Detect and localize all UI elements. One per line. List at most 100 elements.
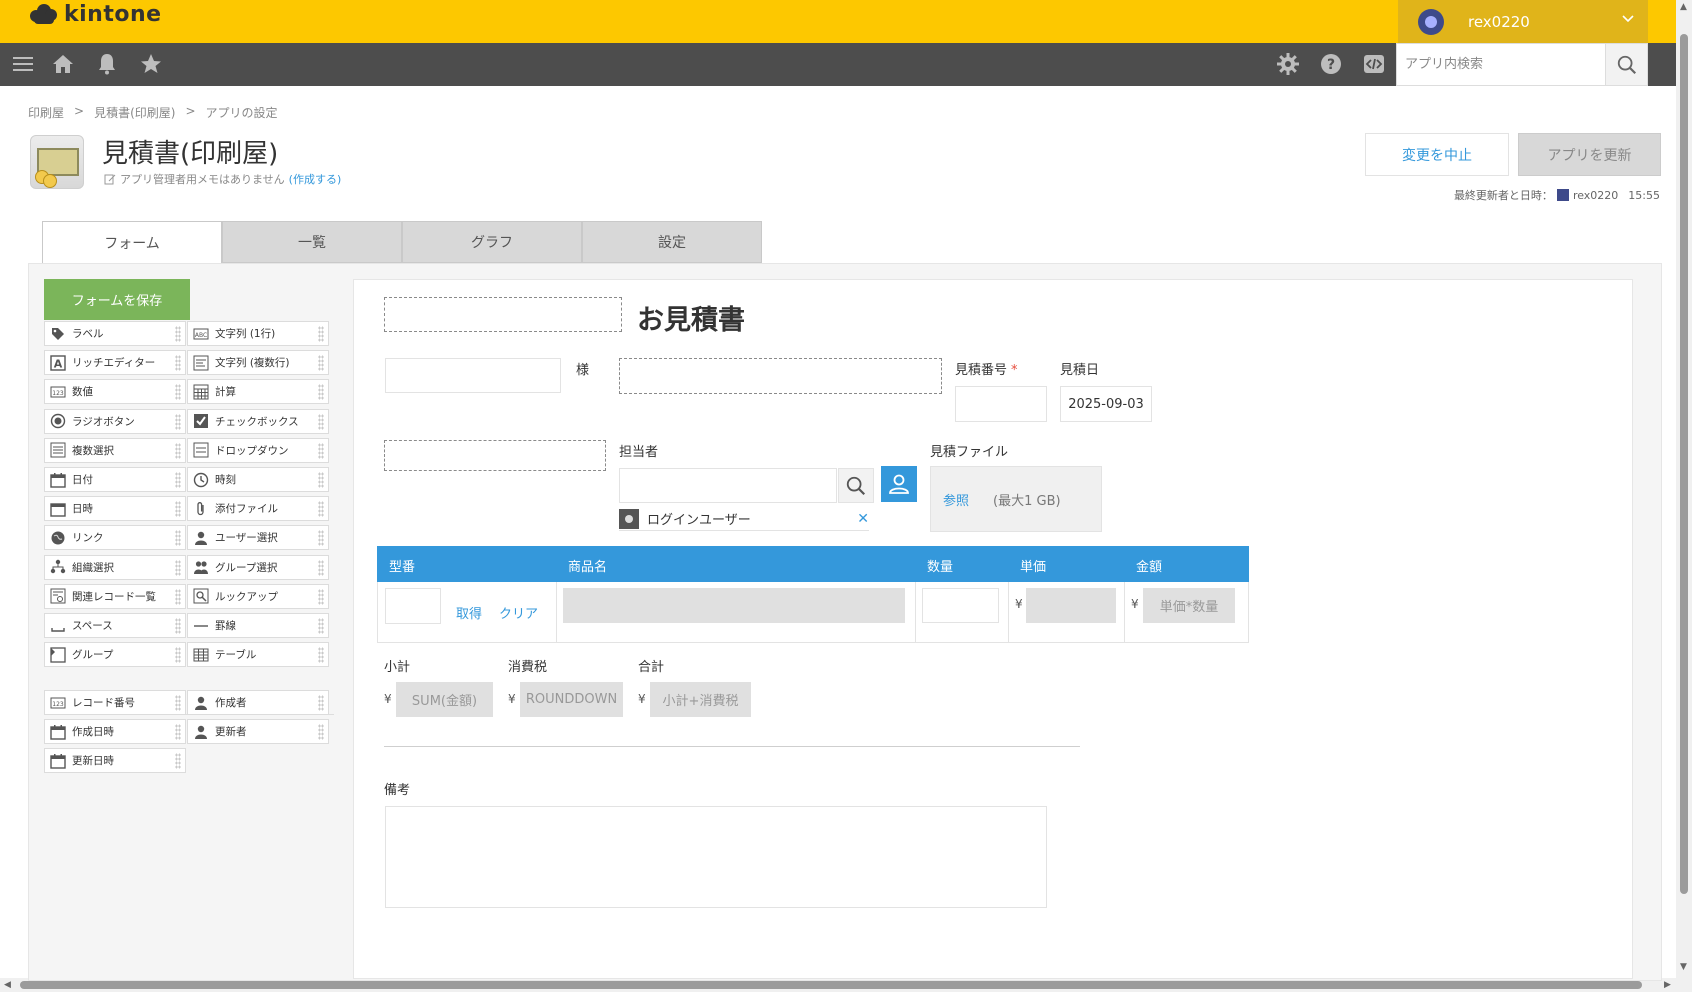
drag-handle-icon[interactable] xyxy=(175,355,181,372)
palette-item[interactable]: 添付ファイル xyxy=(187,496,329,522)
vertical-scrollbar[interactable]: ▲ ▼ xyxy=(1676,0,1692,978)
palette-item[interactable]: 123 数値 xyxy=(44,379,186,405)
palette-item[interactable]: リンク xyxy=(44,525,186,551)
drag-handle-icon[interactable] xyxy=(318,442,324,459)
label-placeholder[interactable] xyxy=(384,297,622,332)
breadcrumb-app[interactable]: 見積書(印刷屋) xyxy=(94,104,175,121)
browse-link[interactable]: 参照 xyxy=(943,490,969,509)
drag-handle-icon[interactable] xyxy=(175,724,181,741)
palette-item[interactable]: 更新者 xyxy=(187,719,329,745)
home-icon[interactable] xyxy=(50,51,76,77)
palette-item[interactable]: チェックボックス xyxy=(187,408,329,434)
drag-handle-icon[interactable] xyxy=(318,530,324,547)
drag-handle-icon[interactable] xyxy=(318,326,324,342)
quantity-field[interactable] xyxy=(922,588,999,623)
subtotal-field[interactable]: SUM(金額) xyxy=(396,682,493,717)
palette-item[interactable]: 123 レコード番号 xyxy=(44,690,186,715)
tab-settings[interactable]: 設定 xyxy=(582,221,762,263)
tab-form[interactable]: フォーム xyxy=(42,221,222,264)
star-icon[interactable] xyxy=(138,51,164,77)
horizontal-rule[interactable] xyxy=(384,746,1080,747)
search-button[interactable] xyxy=(1605,44,1647,85)
estimate-date-field[interactable]: 2025-09-03 xyxy=(1060,386,1152,422)
model-no-field[interactable] xyxy=(385,588,441,624)
cancel-changes-button[interactable]: 変更を中止 xyxy=(1365,133,1509,176)
remarks-textarea[interactable] xyxy=(385,806,1047,908)
label-placeholder[interactable] xyxy=(619,358,942,394)
tab-graph[interactable]: グラフ xyxy=(402,221,582,263)
scroll-up-icon[interactable]: ▲ xyxy=(1680,2,1687,12)
tax-field[interactable]: ROUNDDOWN xyxy=(520,682,623,717)
drag-handle-icon[interactable] xyxy=(175,384,181,401)
scroll-left-icon[interactable]: ◀ xyxy=(4,980,11,990)
amount-field[interactable]: 単価*数量 xyxy=(1143,588,1235,623)
drag-handle-icon[interactable] xyxy=(318,384,324,401)
update-app-button[interactable]: アプリを更新 xyxy=(1518,133,1661,176)
drag-handle-icon[interactable] xyxy=(175,413,181,430)
drag-handle-icon[interactable] xyxy=(318,618,324,634)
palette-item[interactable]: テーブル xyxy=(187,642,329,668)
label-placeholder[interactable] xyxy=(384,440,606,471)
drag-handle-icon[interactable] xyxy=(175,588,181,605)
drag-handle-icon[interactable] xyxy=(318,724,324,741)
palette-item[interactable]: 更新日時 xyxy=(44,748,186,774)
close-icon[interactable]: ✕ xyxy=(857,511,869,527)
palette-item[interactable]: 日付 xyxy=(44,467,186,492)
last-update-user[interactable]: rex0220 xyxy=(1573,189,1618,202)
unit-price-field[interactable] xyxy=(1026,588,1116,623)
palette-item[interactable]: 作成者 xyxy=(187,690,329,715)
create-memo-link[interactable]: (作成する) xyxy=(289,171,342,187)
drag-handle-icon[interactable] xyxy=(175,618,181,634)
palette-item[interactable]: ユーザー選択 xyxy=(187,525,329,551)
palette-item[interactable]: ドロップダウン xyxy=(187,437,329,463)
palette-item[interactable]: スペース xyxy=(44,613,186,638)
product-name-field[interactable] xyxy=(563,588,905,623)
drag-handle-icon[interactable] xyxy=(175,695,181,711)
save-form-button[interactable]: フォームを保存 xyxy=(44,279,190,320)
palette-item[interactable]: 作成日時 xyxy=(44,719,186,745)
scroll-right-icon[interactable]: ▶ xyxy=(1664,980,1671,990)
customer-name-field[interactable] xyxy=(385,358,561,393)
drag-handle-icon[interactable] xyxy=(318,355,324,372)
total-field[interactable]: 小計+消費税 xyxy=(650,682,751,717)
palette-item[interactable]: 日時 xyxy=(44,496,186,522)
palette-item[interactable]: 罫線 xyxy=(187,613,329,638)
drag-handle-icon[interactable] xyxy=(175,647,181,664)
bell-icon[interactable] xyxy=(94,51,120,77)
drag-handle-icon[interactable] xyxy=(318,559,324,576)
drag-handle-icon[interactable] xyxy=(318,413,324,430)
clear-link[interactable]: クリア xyxy=(499,603,538,622)
drag-handle-icon[interactable] xyxy=(318,647,324,664)
palette-item[interactable]: グループ xyxy=(44,642,186,668)
palette-item[interactable]: 関連レコード一覧 xyxy=(44,583,186,609)
estimate-no-field[interactable] xyxy=(955,386,1047,422)
code-icon[interactable] xyxy=(1361,51,1387,77)
drag-handle-icon[interactable] xyxy=(175,326,181,342)
fetch-link[interactable]: 取得 xyxy=(456,603,482,622)
scroll-down-icon[interactable]: ▼ xyxy=(1680,962,1687,972)
palette-item[interactable]: A リッチエディター xyxy=(44,350,186,376)
drag-handle-icon[interactable] xyxy=(318,501,324,518)
drag-handle-icon[interactable] xyxy=(175,753,181,770)
palette-item[interactable]: ABC 文字列 (1行) xyxy=(187,321,329,346)
user-select-button[interactable] xyxy=(881,466,917,502)
palette-item[interactable]: ラベル xyxy=(44,321,186,346)
palette-item[interactable]: ルックアップ xyxy=(187,583,329,609)
staff-search-input[interactable] xyxy=(619,468,837,503)
palette-item[interactable]: 計算 xyxy=(187,379,329,405)
drag-handle-icon[interactable] xyxy=(175,559,181,576)
horizontal-scroll-thumb[interactable] xyxy=(20,981,1642,989)
palette-item[interactable]: グループ選択 xyxy=(187,554,329,580)
palette-item[interactable]: ラジオボタン xyxy=(44,408,186,434)
palette-item[interactable]: 文字列 (複数行) xyxy=(187,350,329,376)
drag-handle-icon[interactable] xyxy=(175,530,181,547)
user-menu[interactable]: rex0220 xyxy=(1398,0,1648,43)
drag-handle-icon[interactable] xyxy=(318,695,324,711)
help-icon[interactable]: ? xyxy=(1318,51,1344,77)
tab-list[interactable]: 一覧 xyxy=(222,221,402,263)
search-input[interactable] xyxy=(1397,44,1597,85)
palette-item[interactable]: 時刻 xyxy=(187,467,329,492)
breadcrumb-space[interactable]: 印刷屋 xyxy=(28,104,64,121)
drag-handle-icon[interactable] xyxy=(175,472,181,488)
staff-search-button[interactable] xyxy=(838,468,874,503)
